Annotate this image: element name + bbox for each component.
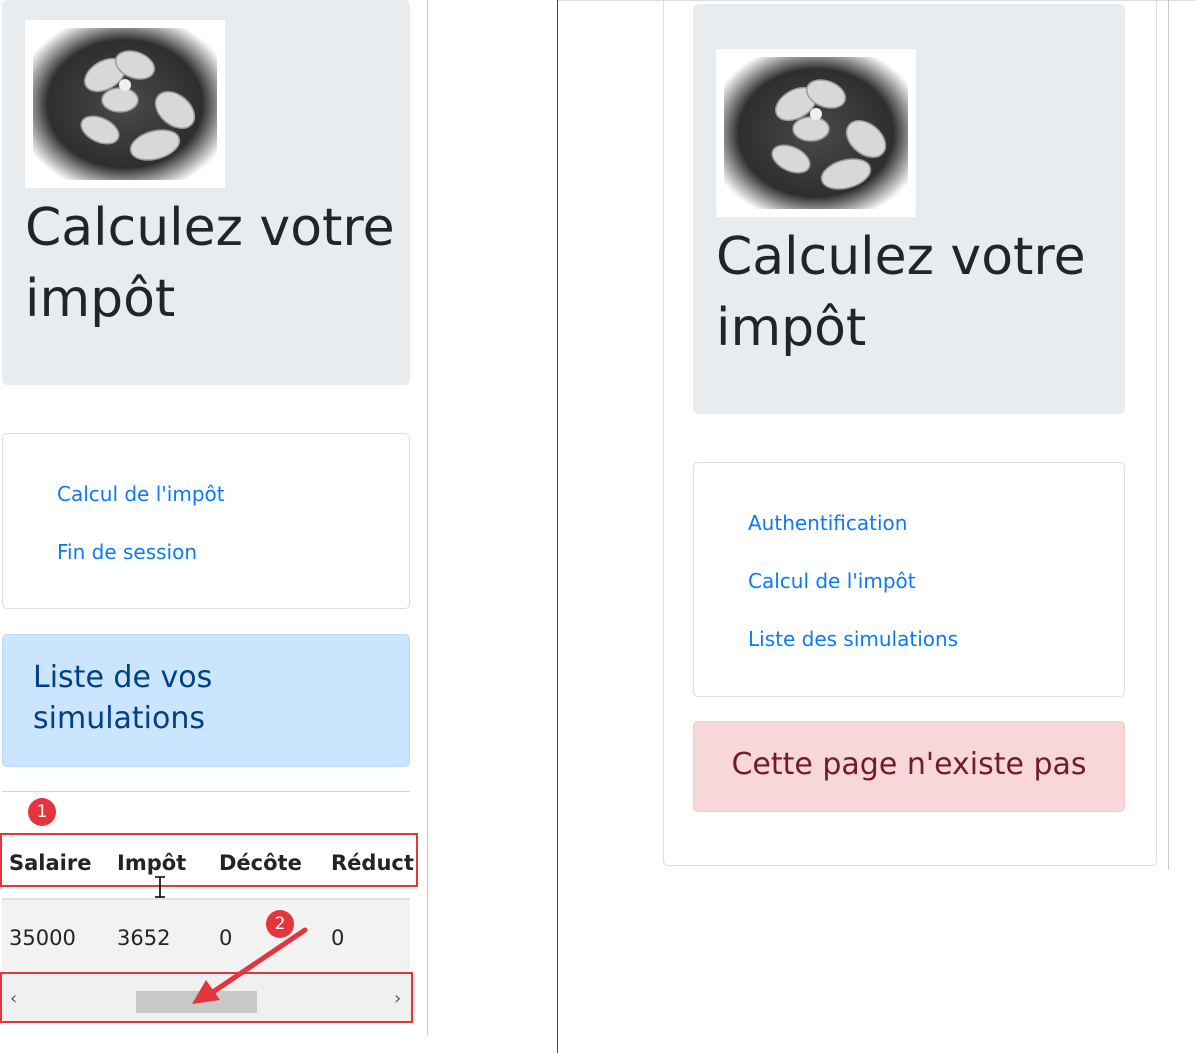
left-jumbotron: Calculez votre impôt — [2, 0, 410, 385]
menu-link-calcul-right[interactable]: Calcul de l'impôt — [748, 569, 916, 593]
menu-link-authentification[interactable]: Authentification — [748, 511, 907, 535]
simulations-alert-text: Liste de vos simulations — [33, 660, 213, 736]
flower-logo — [25, 20, 225, 188]
cell-salaire: 35000 — [9, 926, 76, 950]
simulations-alert: Liste de vos simulations — [2, 634, 410, 767]
center-divider — [557, 0, 558, 1053]
cell-impot: 3652 — [117, 926, 171, 950]
menu-link-fin-session[interactable]: Fin de session — [57, 540, 197, 564]
annotation-arrow-icon — [192, 927, 308, 1004]
right-divider — [1168, 0, 1169, 870]
page-title-right: Calculez votre impôt — [716, 227, 1086, 358]
text-cursor-icon — [153, 876, 167, 898]
page-title: Calculez votre impôt — [25, 198, 395, 329]
left-menu-card: Calcul de l'impôt Fin de session — [2, 433, 410, 609]
menu-link-liste-simulations[interactable]: Liste des simulations — [748, 627, 958, 651]
menu-link-calcul[interactable]: Calcul de l'impôt — [57, 482, 225, 506]
table-top-rule — [2, 791, 410, 792]
error-alert-text: Cette page n'existe pas — [731, 747, 1087, 782]
cell-reduction: 0 — [331, 926, 345, 950]
flower-image — [33, 28, 217, 180]
error-alert: Cette page n'existe pas — [693, 721, 1125, 812]
right-jumbotron: Calculez votre impôt — [693, 4, 1125, 414]
left-divider — [427, 0, 428, 1035]
right-menu-card: Authentification Calcul de l'impôt Liste… — [693, 462, 1125, 697]
annotation-badge-1: 1 — [28, 798, 56, 826]
flower-image-right — [724, 57, 908, 209]
annotation-box-header — [0, 833, 418, 887]
flower-logo-right — [716, 49, 916, 217]
